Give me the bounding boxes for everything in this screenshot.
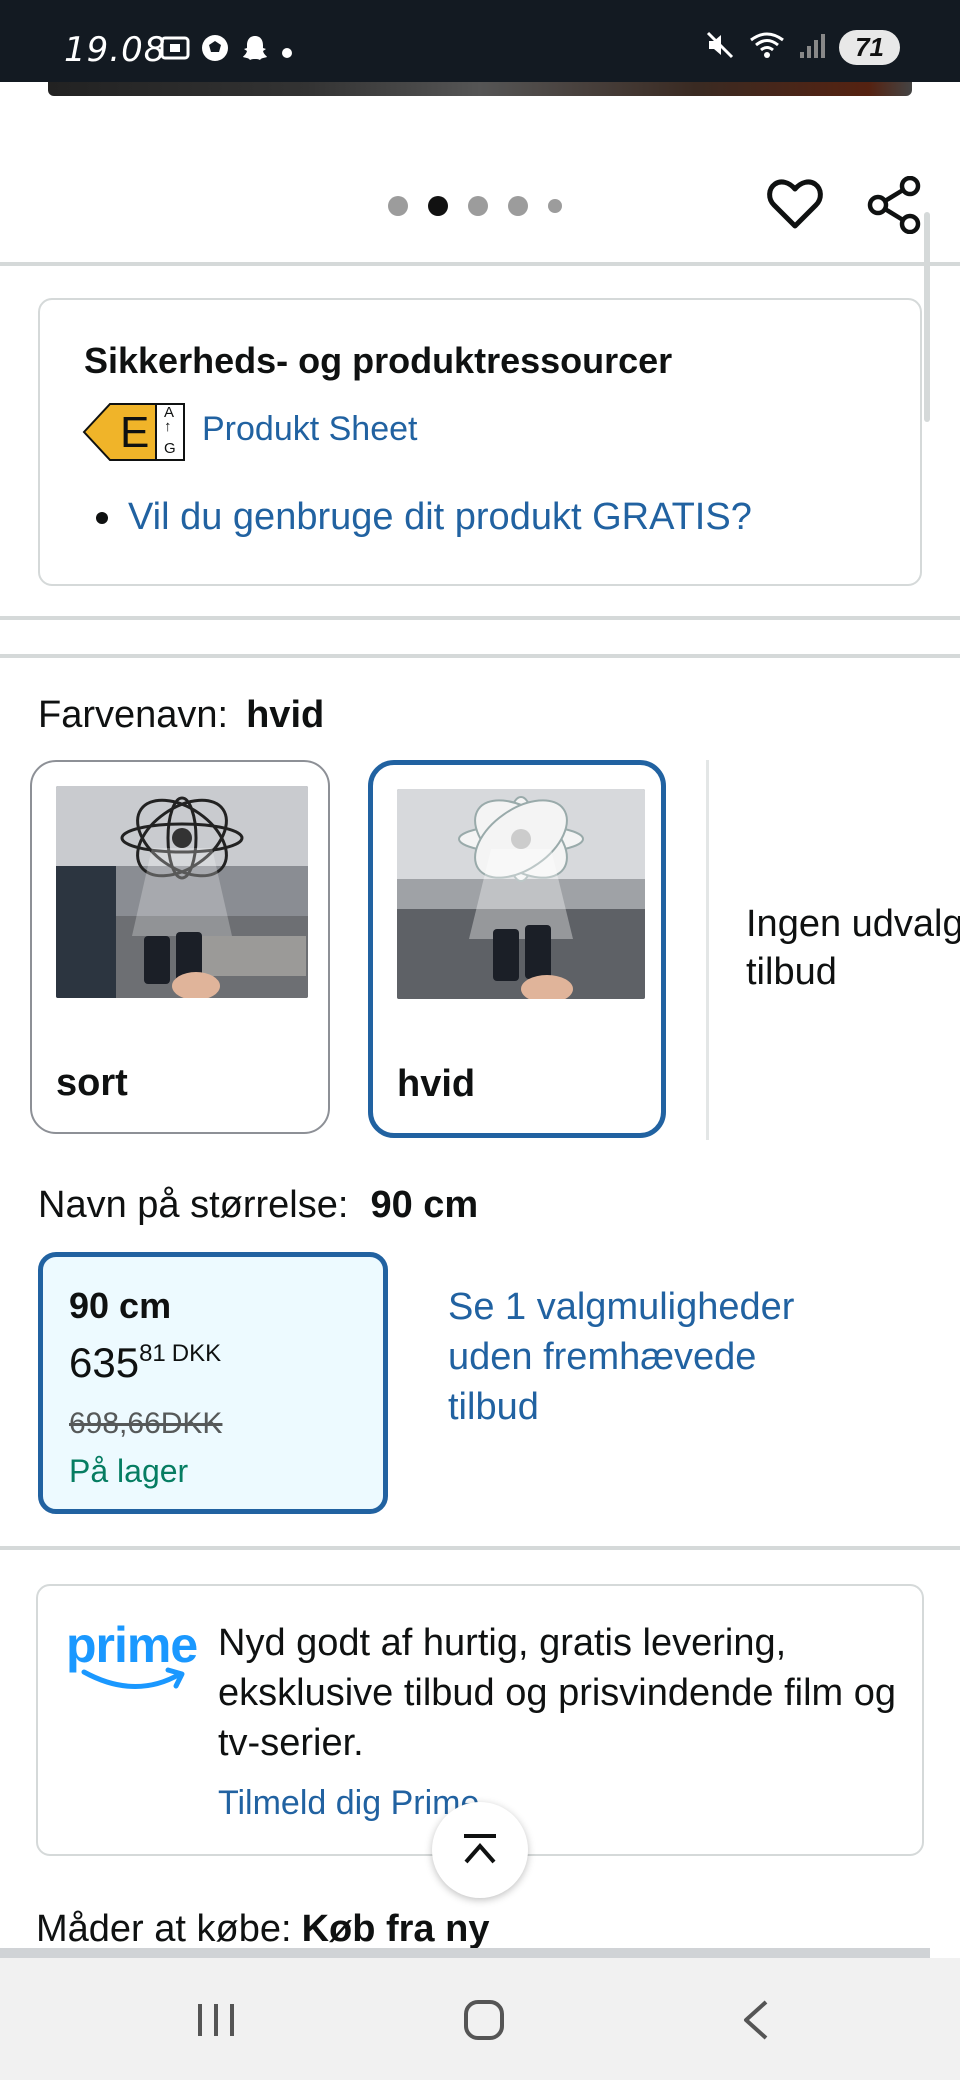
product-image-carousel[interactable] [48, 82, 912, 96]
size-option-name: 90 cm [69, 1285, 172, 1326]
status-time: 19.08 [64, 30, 167, 70]
dot-icon [280, 36, 294, 66]
status-left-icons [160, 33, 294, 69]
product-thumbnail-hvid [397, 789, 645, 999]
home-icon [464, 2000, 504, 2040]
produkt-sheet-link[interactable]: Produkt Sheet [202, 410, 417, 449]
buy-ways-label: Måder at købe: [36, 1908, 292, 1950]
carousel-dot[interactable] [468, 196, 488, 216]
no-offer-text[interactable]: Ingen udvalgte tilbud [746, 900, 960, 996]
color-option-sort[interactable]: sort [30, 760, 330, 1134]
prime-logo: prime [66, 1616, 198, 1696]
prime-smile-icon [81, 1667, 185, 1689]
chevron-up-icon [464, 1834, 496, 1864]
divider [0, 616, 960, 620]
size-label-text: Navn på størrelse: [38, 1184, 349, 1226]
back-button[interactable] [716, 1980, 796, 2060]
color-label-text: Farvenavn: [38, 694, 229, 736]
recent-apps-button[interactable] [176, 1980, 256, 2060]
status-right-icons: 71 [705, 30, 900, 65]
energy-label-badge[interactable]: E A ↑ G [82, 402, 196, 462]
heart-icon [767, 179, 823, 229]
color-option-name: sort [56, 1062, 128, 1104]
status-bar: 19.08 71 [0, 0, 960, 82]
divider [0, 654, 960, 658]
no-offer-line: Ingen udvalgte [746, 903, 960, 945]
product-thumbnail-sort [56, 786, 308, 998]
prime-description: Nyd godt af hurtig, gratis levering, eks… [218, 1622, 897, 1764]
wifi-icon [749, 30, 785, 65]
arrow-up-icon: ↑ [164, 418, 172, 435]
snapchat-icon [240, 33, 270, 69]
signal-icon [799, 30, 826, 65]
buy-ways: Måder at købe: Køb fra ny [36, 1908, 489, 1951]
size-option-price: 63581 DKK [69, 1339, 221, 1387]
divider [0, 262, 960, 266]
system-navigation-bar [0, 1958, 960, 2080]
wishlist-button[interactable] [766, 176, 824, 234]
see-options-link[interactable]: Se 1 valgmuligheder uden fremhævede tilb… [448, 1282, 828, 1432]
divider [706, 760, 709, 1140]
battery-indicator: 71 [839, 30, 900, 65]
size-selected: 90 cm [370, 1184, 479, 1226]
back-icon [744, 2000, 768, 2040]
color-selected: hvid [246, 694, 325, 736]
old-price: 698,66DKK [69, 1407, 223, 1440]
screenshot-icon [160, 34, 190, 68]
price-currency: DKK [171, 1340, 222, 1367]
divider [0, 1546, 960, 1550]
share-button[interactable] [866, 175, 924, 235]
energy-scale-bottom: G [164, 440, 176, 457]
price-whole: 635 [69, 1339, 140, 1386]
recent-apps-icon [198, 2004, 234, 2036]
safety-title: Sikkerheds- og produktressourcer [84, 340, 673, 381]
mute-icon [705, 30, 735, 65]
recycle-link[interactable]: Vil du genbruge dit produkt GRATIS? [128, 496, 752, 539]
color-label: Farvenavn: hvid [38, 694, 324, 737]
energy-class: E [120, 408, 150, 457]
sticky-bar-shadow [0, 1948, 930, 1958]
price-fraction: 81 [139, 1340, 166, 1367]
safety-resources-card: Sikkerheds- og produktressourcer E A ↑ G… [38, 298, 922, 586]
bullet-icon [96, 512, 108, 524]
no-offer-line: tilbud [746, 951, 837, 993]
carousel-dots [388, 196, 562, 216]
carousel-dot[interactable] [508, 196, 528, 216]
stock-status: På lager [69, 1453, 189, 1489]
carousel-dot[interactable] [548, 199, 562, 213]
size-option-90cm[interactable]: 90 cm 63581 DKK 698,66DKK På lager [38, 1252, 388, 1514]
size-label: Navn på størrelse: 90 cm [38, 1184, 478, 1227]
carousel-dot[interactable] [388, 196, 408, 216]
carousel-dot-active[interactable] [428, 196, 448, 216]
prime-signup-link[interactable]: Tilmeld dig Prime [218, 1784, 479, 1823]
buy-ways-value: Køb fra ny [301, 1908, 490, 1950]
scrollbar[interactable] [924, 212, 930, 422]
football-icon [200, 33, 230, 69]
home-button[interactable] [444, 1980, 524, 2060]
share-icon [867, 175, 921, 235]
color-option-name: hvid [397, 1063, 476, 1105]
color-option-hvid[interactable]: hvid [368, 760, 666, 1138]
scroll-to-top-button[interactable] [432, 1802, 528, 1898]
